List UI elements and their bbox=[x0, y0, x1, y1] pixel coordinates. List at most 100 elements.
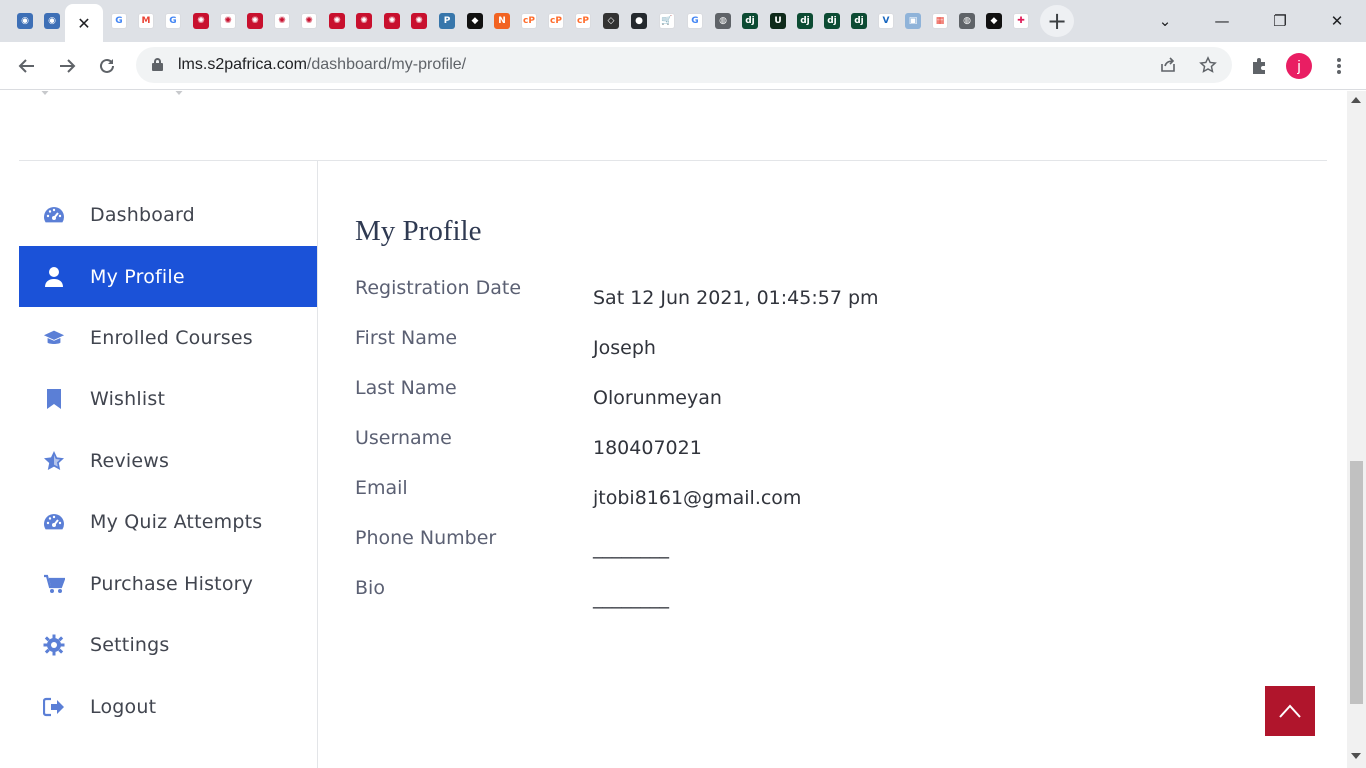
sidebar-item-dashboard[interactable]: Dashboard bbox=[19, 184, 317, 245]
bookmark-star-icon[interactable] bbox=[1196, 53, 1220, 77]
restore-icon: ❐ bbox=[1273, 12, 1287, 30]
scrollbar-thumb[interactable] bbox=[1350, 461, 1363, 704]
browser-tab[interactable]: ✺ bbox=[406, 6, 432, 36]
browser-tab[interactable]: cP bbox=[570, 6, 596, 36]
browser-tab[interactable]: ✺ bbox=[351, 6, 377, 36]
bird-icon: ◆ bbox=[986, 13, 1002, 29]
sidebar-item-reviews[interactable]: Reviews bbox=[19, 430, 317, 491]
gear-flower-icon: ✺ bbox=[220, 13, 236, 29]
scroll-down-arrow[interactable] bbox=[1351, 753, 1361, 759]
gear-flower-icon: ✺ bbox=[329, 13, 345, 29]
browser-tab[interactable]: cP bbox=[543, 6, 569, 36]
cpanel-icon: cP bbox=[548, 13, 564, 29]
browser-tab[interactable]: M bbox=[133, 6, 159, 36]
site-icon: ◉ bbox=[44, 13, 60, 29]
browser-tab[interactable]: ▦ bbox=[927, 6, 953, 36]
sidebar-item-label: My Quiz Attempts bbox=[90, 510, 263, 533]
browser-tab[interactable]: U bbox=[765, 6, 791, 36]
sidebar-item-label: My Profile bbox=[90, 265, 185, 288]
url-text[interactable]: lms.s2pafrica.com/dashboard/my-profile/ bbox=[178, 56, 466, 74]
reload-button[interactable] bbox=[91, 50, 123, 82]
browser-toolbar: lms.s2pafrica.com/dashboard/my-profile/ … bbox=[0, 42, 1366, 90]
browser-tab[interactable]: ◉ bbox=[12, 6, 38, 36]
scroll-up-arrow[interactable] bbox=[1351, 97, 1361, 103]
tab-strip: ◉ ◉ ✕ G M G ✺ ✺ ✺ ✺ ✺ ✺ ✺ ✺ ✺ P ◆ NcP cP cP ◇ ● 🛒 G ◍ dj Udj dj dj V ▣… bbox=[0, 0, 1366, 42]
browser-tab[interactable]: G bbox=[160, 6, 186, 36]
browser-tab[interactable]: ◆ bbox=[981, 6, 1007, 36]
last-name-label: Last Name bbox=[355, 377, 457, 399]
lock-icon[interactable] bbox=[152, 58, 163, 71]
browser-tab[interactable]: ✚ bbox=[1008, 6, 1034, 36]
site-icon: ◉ bbox=[17, 13, 33, 29]
bookmark-icon bbox=[43, 388, 65, 410]
back-button[interactable] bbox=[11, 50, 43, 82]
square-icon: ▣ bbox=[905, 13, 921, 29]
browser-tab[interactable]: ✺ bbox=[242, 6, 268, 36]
browser-tab[interactable]: ✺ bbox=[215, 6, 241, 36]
browser-tab[interactable]: dj bbox=[792, 6, 818, 36]
first-name-label: First Name bbox=[355, 327, 458, 349]
browser-tab[interactable]: ✺ bbox=[269, 6, 295, 36]
gear-flower-icon: ✺ bbox=[356, 13, 372, 29]
menu-button[interactable] bbox=[1323, 50, 1355, 82]
minimize-button[interactable]: — bbox=[1193, 0, 1251, 42]
arrow-right-icon bbox=[60, 59, 76, 73]
restore-button[interactable]: ❐ bbox=[1251, 0, 1309, 42]
browser-tab[interactable]: G bbox=[682, 6, 708, 36]
cart-icon: 🛒 bbox=[659, 13, 675, 29]
registration-date-value: Sat 12 Jun 2021, 01:45:57 pm bbox=[593, 287, 879, 309]
active-tab[interactable]: ✕ bbox=[65, 4, 103, 42]
registration-date-label: Registration Date bbox=[355, 277, 522, 299]
browser-tab[interactable]: N bbox=[489, 6, 515, 36]
page-scrollbar[interactable] bbox=[1347, 91, 1366, 768]
sidebar-item-enrolled-courses[interactable]: Enrolled Courses bbox=[19, 307, 317, 368]
sidebar-item-my-quiz-attempts[interactable]: My Quiz Attempts bbox=[19, 491, 317, 552]
close-window-button[interactable]: ✕ bbox=[1308, 0, 1366, 42]
browser-tab[interactable]: ✺ bbox=[296, 6, 322, 36]
browser-tab[interactable]: ◍ bbox=[954, 6, 980, 36]
kebab-menu-icon bbox=[1337, 58, 1341, 74]
browser-tab[interactable]: ✺ bbox=[188, 6, 214, 36]
sidebar-item-my-profile[interactable]: My Profile bbox=[19, 246, 317, 307]
sidebar-item-wishlist[interactable]: Wishlist bbox=[19, 368, 317, 429]
sidebar-item-logout[interactable]: Logout bbox=[19, 676, 317, 737]
browser-tab[interactable]: 🛒 bbox=[654, 6, 680, 36]
browser-tab[interactable]: ◍ bbox=[710, 6, 736, 36]
google-icon: G bbox=[111, 13, 127, 29]
sidebar-item-settings[interactable]: Settings bbox=[19, 614, 317, 675]
new-tab-button[interactable]: + bbox=[1040, 5, 1074, 37]
gear-flower-icon: ✺ bbox=[411, 13, 427, 29]
django-icon: dj bbox=[742, 13, 758, 29]
browser-tab[interactable]: ◉ bbox=[39, 6, 65, 36]
extensions-button[interactable] bbox=[1243, 50, 1275, 82]
gear-flower-icon: ✺ bbox=[274, 13, 290, 29]
tab-search-button[interactable]: ⌄ bbox=[1136, 0, 1194, 42]
browser-tab[interactable]: dj bbox=[846, 6, 872, 36]
sidebar-item-label: Dashboard bbox=[90, 203, 195, 226]
django-icon: dj bbox=[851, 13, 867, 29]
share-icon[interactable] bbox=[1156, 53, 1180, 77]
page-title: My Profile bbox=[355, 215, 482, 247]
profile-avatar[interactable]: j bbox=[1286, 53, 1312, 79]
address-bar[interactable]: lms.s2pafrica.com/dashboard/my-profile/ bbox=[136, 47, 1232, 83]
browser-tab[interactable]: ✺ bbox=[324, 6, 350, 36]
browser-tab[interactable]: V bbox=[873, 6, 899, 36]
sidebar-item-purchase-history[interactable]: Purchase History bbox=[19, 553, 317, 614]
chevron-down-icon: ⌄ bbox=[1158, 12, 1172, 30]
browser-tab[interactable]: P bbox=[434, 6, 460, 36]
browser-tab[interactable]: dj bbox=[819, 6, 845, 36]
close-icon[interactable]: ✕ bbox=[77, 14, 90, 33]
browser-tab[interactable]: ● bbox=[626, 6, 652, 36]
back-to-top-button[interactable] bbox=[1265, 686, 1315, 736]
browser-tab[interactable]: ◆ bbox=[462, 6, 488, 36]
browser-tab[interactable]: ✺ bbox=[379, 6, 405, 36]
divider bbox=[19, 160, 1327, 161]
browser-tab[interactable]: G bbox=[106, 6, 132, 36]
django-icon: dj bbox=[824, 13, 840, 29]
browser-tab[interactable]: dj bbox=[737, 6, 763, 36]
forward-button[interactable] bbox=[51, 50, 83, 82]
browser-tab[interactable]: cP bbox=[516, 6, 542, 36]
sidebar-item-label: Settings bbox=[90, 633, 170, 656]
browser-tab[interactable]: ◇ bbox=[598, 6, 624, 36]
browser-tab[interactable]: ▣ bbox=[900, 6, 926, 36]
